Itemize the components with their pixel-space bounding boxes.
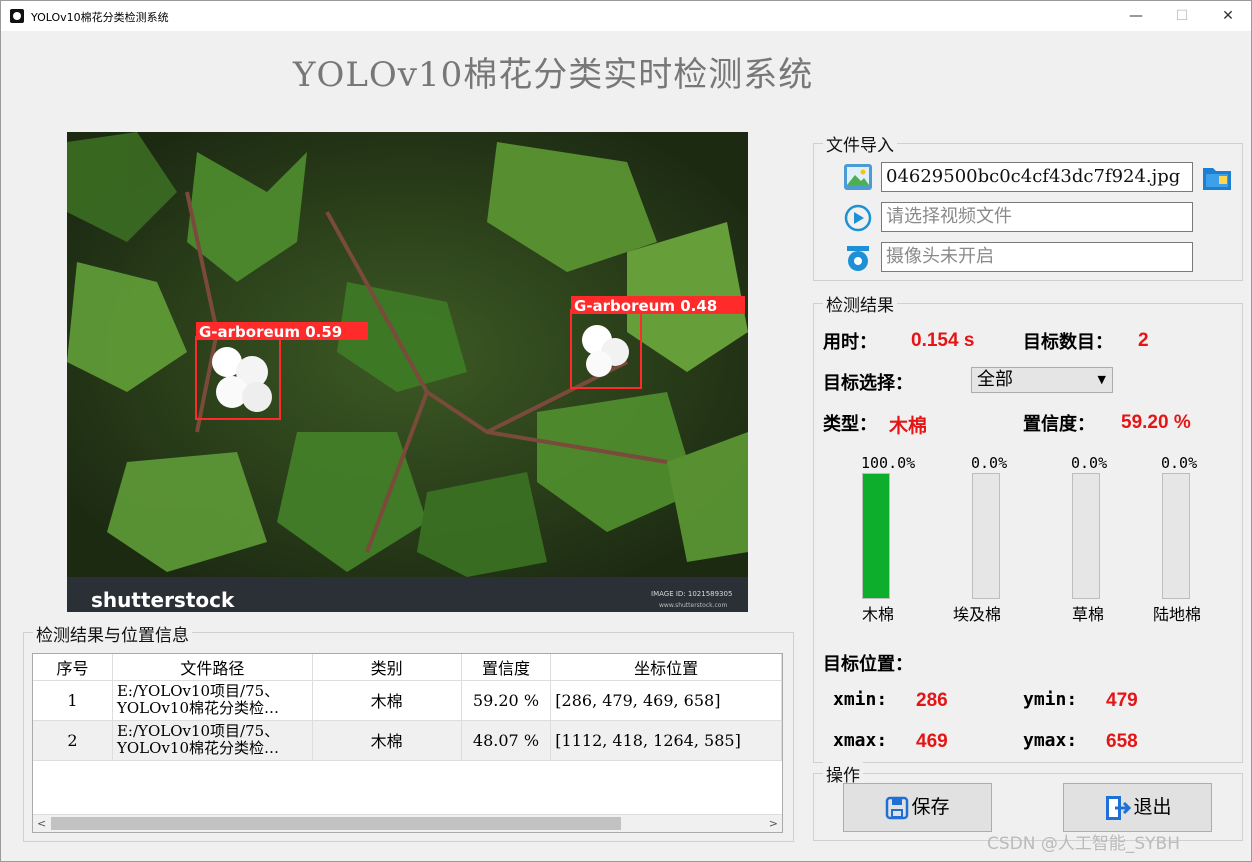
cell-coord: [1112, 418, 1264, 585] xyxy=(550,720,782,761)
col-header-path[interactable]: 文件路径 xyxy=(112,654,313,681)
cell-path-line1: E:/YOLOv10项目/75、 xyxy=(116,722,280,740)
results-title: 检测结果 xyxy=(823,291,897,316)
cell-class: 木棉 xyxy=(312,680,462,721)
xmax-label: xmax: xyxy=(833,730,888,751)
maximize-button[interactable]: ☐ xyxy=(1159,1,1205,31)
cell-class: 木棉 xyxy=(312,720,462,761)
csdn-watermark: CSDN @人工智能_SYBH xyxy=(987,834,1180,854)
close-button[interactable]: ✕ xyxy=(1205,1,1251,31)
window-title: YOLOv10棉花分类检测系统 xyxy=(31,11,169,24)
detection-image: G-arboreum 0.59 G-arboreum 0.48 shutters… xyxy=(67,132,748,612)
exit-button-label: 退出 xyxy=(1133,796,1172,818)
exit-button[interactable]: 退出 xyxy=(1063,783,1212,832)
detection-label-2: G-arboreum 0.48 xyxy=(574,297,717,315)
image-file-input[interactable]: 04629500bc0c4cf43dc7f924.jpg xyxy=(881,162,1193,192)
xmax-value: 469 xyxy=(916,731,948,752)
bar-label-1: 木棉 xyxy=(862,605,895,624)
bar-label-2: 埃及棉 xyxy=(953,605,1002,624)
save-button[interactable]: 保存 xyxy=(843,783,992,832)
time-value: 0.154 s xyxy=(911,330,975,351)
bar-percent-3: 0.0% xyxy=(1071,454,1108,472)
image-file-icon[interactable] xyxy=(843,163,873,191)
xmin-value: 286 xyxy=(916,690,948,711)
table-header-row: 序号 文件路径 类别 置信度 坐标位置 xyxy=(33,654,782,681)
cell-path-line2: YOLOv10棉花分类检… xyxy=(116,739,280,757)
cell-path: E:/YOLOv10项目/75、 YOLOv10棉花分类检… xyxy=(112,720,313,761)
app-heading: YOLOv10棉花分类实时检测系统 xyxy=(293,55,814,95)
cell-path-line2: YOLOv10棉花分类检… xyxy=(116,699,280,717)
table-row[interactable]: 1 E:/YOLOv10项目/75、 YOLOv10棉花分类检… 木棉 59.20… xyxy=(33,680,782,721)
time-label: 用时： xyxy=(823,332,877,353)
ymin-label: ymin: xyxy=(1023,689,1078,710)
cell-coord: [286, 479, 469, 658] xyxy=(550,680,782,721)
target-select-value: 全部 xyxy=(977,369,1013,390)
cotton-photo: G-arboreum 0.59 G-arboreum 0.48 shutters… xyxy=(67,132,748,612)
camera-input[interactable]: 摄像头未开启 xyxy=(881,242,1193,272)
count-label: 目标数目： xyxy=(1023,332,1113,353)
col-header-index[interactable]: 序号 xyxy=(33,654,113,681)
exit-icon xyxy=(1106,795,1132,820)
type-value: 木棉 xyxy=(889,415,928,437)
app-window: YOLOv10棉花分类检测系统 — ☐ ✕ YOLOv10棉花分类实时检测系统 xyxy=(0,0,1252,862)
minimize-button[interactable]: — xyxy=(1113,1,1159,31)
position-label: 目标位置： xyxy=(823,654,913,675)
bar-percent-2: 0.0% xyxy=(971,454,1008,472)
image-url: www.shutterstock.com xyxy=(659,602,727,609)
target-select-label: 目标选择： xyxy=(823,373,913,394)
cell-confidence: 59.20 % xyxy=(461,680,552,721)
bar-percent-1: 100.0% xyxy=(861,454,916,472)
ymin-value: 479 xyxy=(1106,690,1138,711)
scroll-right-icon[interactable]: > xyxy=(769,815,778,833)
bar-fill-1 xyxy=(863,474,889,598)
table-title: 检测结果与位置信息 xyxy=(33,621,192,646)
bar-label-4: 陆地棉 xyxy=(1153,605,1202,624)
count-value: 2 xyxy=(1138,330,1149,351)
type-label: 类型： xyxy=(823,414,877,435)
probability-bar-3 xyxy=(1072,473,1100,599)
title-bar: YOLOv10棉花分类检测系统 — ☐ ✕ xyxy=(1,1,1251,31)
video-file-input[interactable]: 请选择视频文件 xyxy=(881,202,1193,232)
confidence-label: 置信度： xyxy=(1023,414,1095,435)
video-play-icon[interactable] xyxy=(843,203,873,233)
file-import-title: 文件导入 xyxy=(823,131,897,156)
cell-path: E:/YOLOv10项目/75、 YOLOv10棉花分类检… xyxy=(112,680,313,721)
probability-bar-4 xyxy=(1162,473,1190,599)
confidence-value: 59.20 % xyxy=(1121,412,1191,433)
col-header-confidence[interactable]: 置信度 xyxy=(461,654,552,681)
open-folder-icon[interactable] xyxy=(1201,162,1233,192)
shutterstock-logo: shutterstock xyxy=(91,588,235,612)
probability-bar-2 xyxy=(972,473,1000,599)
target-select[interactable]: 全部 ▼ xyxy=(971,367,1113,393)
chevron-down-icon: ▼ xyxy=(1097,373,1106,386)
results-table: 序号 文件路径 类别 置信度 坐标位置 1 E:/YOLOv10项目/75、 YO… xyxy=(32,653,783,833)
cell-path-line1: E:/YOLOv10项目/75、 xyxy=(116,682,280,700)
save-icon xyxy=(886,796,909,819)
cell-confidence: 48.07 % xyxy=(461,720,552,761)
detection-label-1: G-arboreum 0.59 xyxy=(199,323,342,341)
col-header-class[interactable]: 类别 xyxy=(312,654,462,681)
app-icon xyxy=(10,9,24,23)
table-row[interactable]: 2 E:/YOLOv10项目/75、 YOLOv10棉花分类检… 木棉 48.07… xyxy=(33,720,782,761)
bar-label-3: 草棉 xyxy=(1072,605,1105,624)
save-button-label: 保存 xyxy=(911,796,950,818)
table-horizontal-scrollbar[interactable]: < > xyxy=(33,814,782,832)
camera-icon[interactable] xyxy=(843,243,873,273)
col-header-coord[interactable]: 坐标位置 xyxy=(550,654,782,681)
cell-index: 2 xyxy=(33,720,113,761)
ymax-label: ymax: xyxy=(1023,730,1078,751)
scroll-left-icon[interactable]: < xyxy=(37,815,46,833)
ymax-value: 658 xyxy=(1106,731,1138,752)
cell-index: 1 xyxy=(33,680,113,721)
scrollbar-thumb[interactable] xyxy=(51,817,621,830)
xmin-label: xmin: xyxy=(833,689,888,710)
image-id: IMAGE ID: 1021589305 xyxy=(651,590,732,598)
probability-bar-1 xyxy=(862,473,890,599)
bar-percent-4: 0.0% xyxy=(1161,454,1198,472)
